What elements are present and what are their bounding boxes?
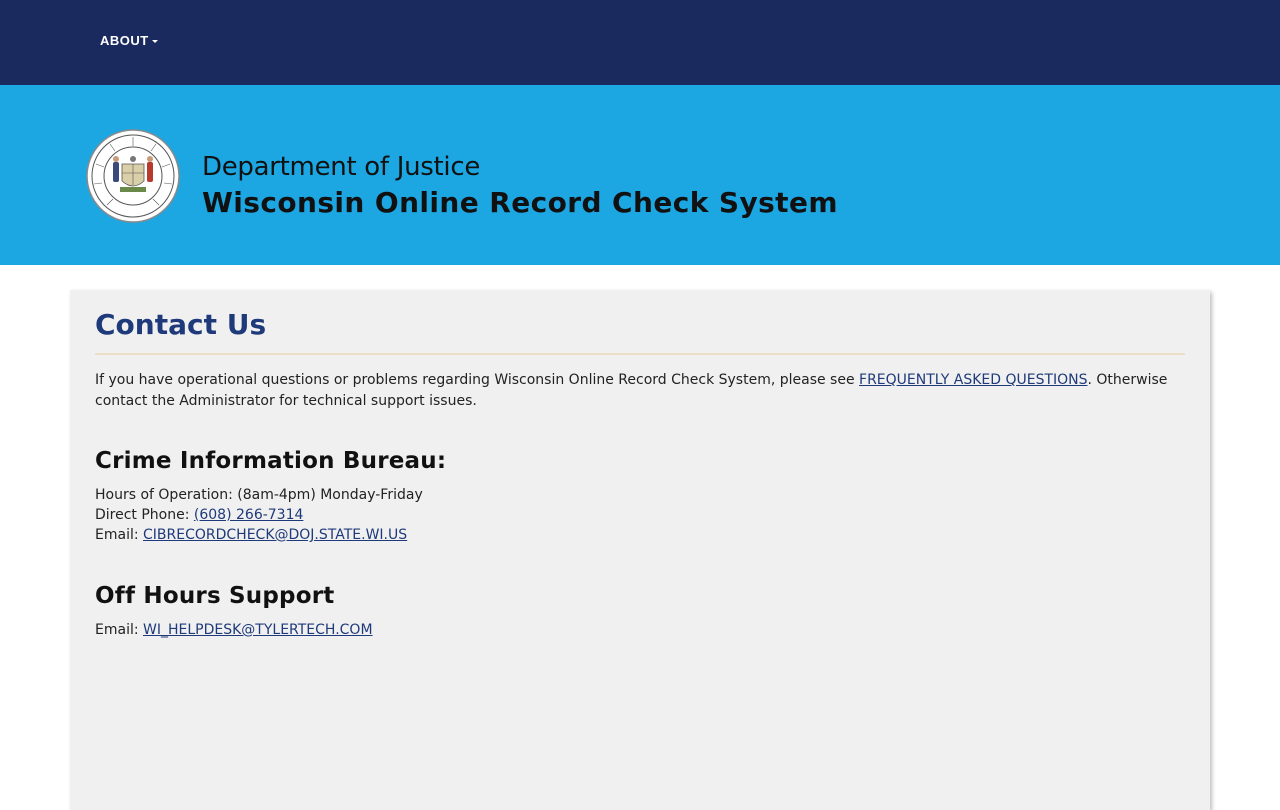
- intro-text-start: If you have operational questions or pro…: [95, 372, 860, 388]
- about-menu-label: ABOUT: [100, 33, 149, 48]
- top-navigation-bar: ABOUT: [0, 0, 1280, 85]
- system-title: Wisconsin Online Record Check System: [202, 186, 838, 219]
- phone-label: Direct Phone:: [95, 507, 194, 523]
- intro-paragraph: If you have operational questions or pro…: [95, 370, 1185, 412]
- cib-phone-link[interactable]: (608) 266-7314: [194, 507, 304, 523]
- email-label: Email:: [95, 622, 144, 638]
- cib-email-link[interactable]: CIBRECORDCHECK@DOJ.STATE.WI.US: [143, 527, 407, 543]
- header-banner: [0, 85, 1280, 265]
- caret-down-icon: [151, 39, 158, 43]
- about-menu[interactable]: ABOUT: [100, 33, 158, 48]
- helpdesk-email-link[interactable]: WI_HELPDESK@TYLERTECH.COM: [143, 622, 373, 638]
- off-hours-info: Email: WI_HELPDESK@TYLERTECH.COM: [95, 620, 373, 640]
- email-label: Email:: [95, 527, 144, 543]
- cib-hours: Hours of Operation: (8am-4pm) Monday-Fri…: [95, 487, 423, 503]
- cib-email-line: Email: CIBRECORDCHECK@DOJ.STATE.WI.US: [95, 525, 423, 545]
- cib-phone-line: Direct Phone: (608) 266-7314: [95, 505, 423, 525]
- department-name: Department of Justice: [202, 152, 481, 182]
- page-title: Contact Us: [95, 308, 267, 341]
- wisconsin-doj-seal-icon: [86, 129, 180, 223]
- title-divider: [95, 353, 1185, 355]
- contact-card: Contact Us If you have operational quest…: [70, 290, 1210, 810]
- off-hours-heading: Off Hours Support: [95, 583, 335, 609]
- off-hours-email-line: Email: WI_HELPDESK@TYLERTECH.COM: [95, 620, 373, 640]
- faq-link[interactable]: FREQUENTLY ASKED QUESTIONS: [859, 372, 1087, 388]
- cib-info: Hours of Operation: (8am-4pm) Monday-Fri…: [95, 485, 423, 545]
- cib-heading: Crime Information Bureau:: [95, 448, 447, 474]
